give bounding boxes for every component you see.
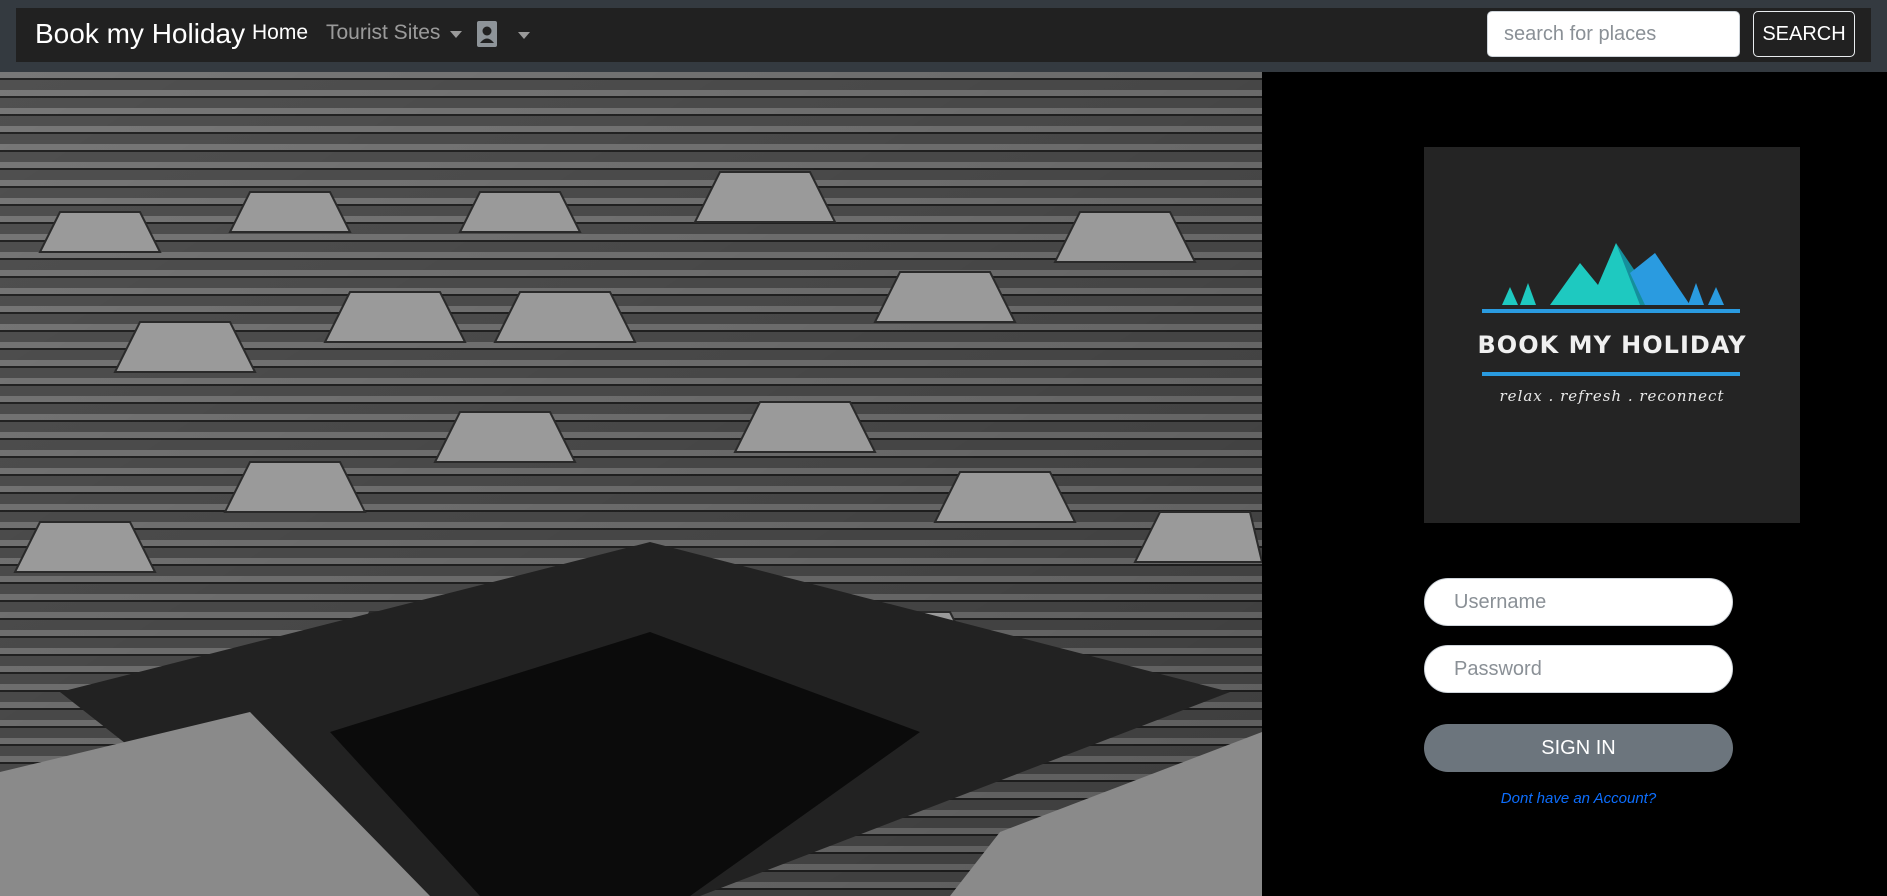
logo-card: BOOK MY HOLIDAY relax . refresh . reconn…: [1424, 147, 1800, 523]
navbar: Book my Holiday Home Tourist Sites SEARC…: [16, 8, 1871, 62]
account-dropdown[interactable]: [476, 18, 530, 50]
logo-divider: [1482, 372, 1740, 376]
brand-link[interactable]: Book my Holiday: [35, 18, 245, 50]
caret-down-icon: [450, 30, 463, 38]
signup-link[interactable]: Dont have an Account?: [1424, 790, 1733, 807]
nav-dropdown-tourist-sites[interactable]: Tourist Sites: [326, 21, 463, 45]
stepwell-photo: [0, 72, 1262, 896]
nav-link-home[interactable]: Home: [252, 21, 308, 45]
nav-link-tourist-sites-label: Tourist Sites: [326, 21, 441, 44]
hero-image: [0, 72, 1262, 896]
sign-in-button[interactable]: SIGN IN: [1424, 724, 1733, 772]
mountain-logo-icon: [1482, 243, 1740, 313]
search-button[interactable]: SEARCH: [1753, 11, 1855, 57]
search-input[interactable]: [1487, 11, 1740, 57]
contact-card-icon: [477, 21, 497, 47]
caret-down-icon: [518, 31, 530, 39]
password-field[interactable]: [1424, 645, 1733, 693]
username-field[interactable]: [1424, 578, 1733, 626]
logo-title: BOOK MY HOLIDAY: [1477, 331, 1747, 359]
logo-tagline: relax . refresh . reconnect: [1499, 387, 1725, 405]
